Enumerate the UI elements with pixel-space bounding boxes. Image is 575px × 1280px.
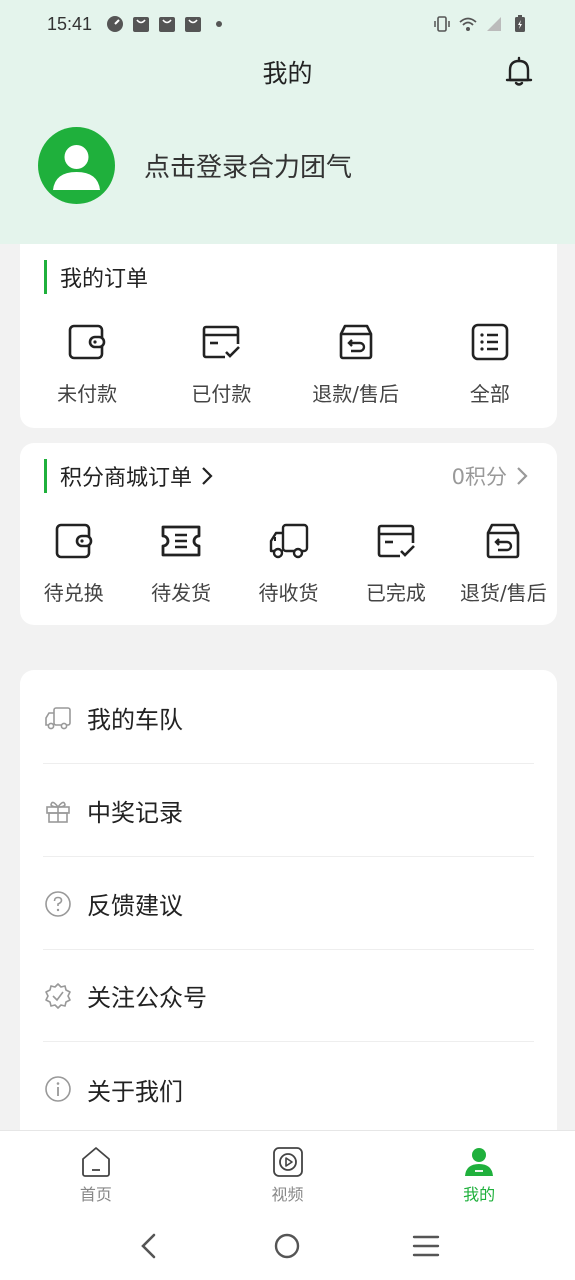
tab-label: 视频 — [271, 1185, 304, 1204]
menu-item-follow-account[interactable]: 关注公众号 — [43, 950, 534, 1042]
battery-icon — [515, 15, 525, 32]
chevron-right-icon — [202, 467, 213, 485]
menu-item-my-fleet[interactable]: 我的车队 — [43, 672, 534, 764]
chevron-right-icon — [517, 467, 528, 485]
points-return-label: 退货/售后 — [459, 581, 547, 605]
list-icon — [471, 323, 509, 361]
wallet-icon — [55, 523, 93, 559]
nav-recents-button[interactable] — [406, 1226, 446, 1266]
profile-login[interactable]: 点击登录合力团气 — [38, 126, 352, 204]
return-box-icon — [487, 523, 520, 559]
card-check-icon — [203, 325, 241, 359]
tab-label: 我的 — [463, 1185, 496, 1204]
system-nav-bar — [0, 1212, 575, 1280]
points-card: 积分商城订单 0积分 待兑换 待发货 待收货 已完成 退货/售后 — [20, 443, 557, 625]
menu-card: 我的车队 中奖记录 反馈建议 关注公众号 关于我们 — [20, 670, 557, 1150]
user-icon — [465, 1148, 494, 1176]
status-time: 15:41 — [47, 13, 93, 34]
vibrate-icon — [434, 16, 450, 32]
menu-item-feedback[interactable]: 反馈建议 — [43, 858, 534, 950]
points-header[interactable]: 积分商城订单 0积分 — [44, 459, 529, 493]
menu-label: 关于我们 — [87, 1077, 183, 1106]
menu-item-prize-records[interactable]: 中奖记录 — [43, 765, 534, 857]
login-text[interactable]: 点击登录合力团气 — [144, 147, 352, 184]
points-title: 积分商城订单 — [60, 466, 193, 491]
menu-lines-icon — [412, 1235, 440, 1257]
bag-icon — [159, 17, 176, 32]
title-row: 我的 — [0, 48, 575, 96]
order-all[interactable]: 全部 — [423, 320, 557, 407]
points-pending-redeem[interactable]: 待兑换 — [20, 519, 127, 606]
badge-check-icon — [45, 982, 71, 1009]
question-icon — [45, 890, 71, 917]
order-unpaid-label: 未付款 — [57, 382, 118, 406]
order-all-label: 全部 — [469, 382, 510, 406]
tab-video[interactable]: 视频 — [192, 1131, 384, 1212]
points-balance[interactable]: 0积分 — [452, 461, 529, 491]
order-unpaid[interactable]: 未付款 — [20, 320, 154, 407]
user-icon — [53, 144, 100, 190]
tab-home[interactable]: 首页 — [0, 1131, 192, 1212]
page-title: 我的 — [262, 59, 313, 88]
points-pending-ship[interactable]: 待发货 — [127, 519, 234, 606]
order-refund[interactable]: 退款/售后 — [289, 320, 423, 407]
dot-icon — [216, 21, 223, 27]
points-balance-text: 0积分 — [451, 465, 507, 489]
home-icon — [81, 1147, 110, 1177]
points-pending-redeem-label: 待兑换 — [43, 581, 104, 605]
avatar[interactable] — [38, 126, 115, 204]
gift-icon — [46, 801, 70, 823]
ticket-icon — [161, 525, 201, 557]
orders-header: 我的订单 — [44, 260, 529, 294]
truck-icon — [269, 523, 308, 559]
points-completed[interactable]: 已完成 — [342, 519, 449, 606]
tab-mine[interactable]: 我的 — [383, 1131, 575, 1212]
orders-icon-row: 未付款 已付款 退款/售后 全部 — [20, 320, 557, 407]
order-refund-label: 退款/售后 — [312, 382, 399, 406]
nav-back-button[interactable] — [129, 1226, 169, 1266]
info-icon — [45, 1076, 71, 1102]
points-return[interactable]: 退货/售后 — [450, 519, 557, 606]
orders-title: 我的订单 — [60, 267, 149, 292]
video-icon — [272, 1147, 303, 1177]
menu-item-about-us[interactable]: 关于我们 — [43, 1043, 534, 1135]
points-pending-receive-label: 待收货 — [258, 581, 319, 605]
menu-label: 我的车队 — [87, 706, 183, 734]
wallet-icon — [68, 324, 106, 360]
speed-icon — [107, 16, 124, 32]
signal-icon — [487, 17, 501, 31]
points-pending-receive[interactable]: 待收货 — [235, 519, 342, 606]
points-icon-row: 待兑换 待发货 待收货 已完成 退货/售后 — [20, 519, 557, 606]
back-icon — [141, 1233, 156, 1259]
orders-card: 我的订单 未付款 已付款 退款/售后 全部 — [20, 244, 557, 428]
bell-icon[interactable] — [501, 54, 537, 90]
card-check-icon — [377, 524, 415, 558]
menu-label: 关注公众号 — [87, 984, 207, 1012]
menu-label: 反馈建议 — [87, 892, 183, 920]
tab-label: 首页 — [79, 1185, 112, 1204]
bag-icon — [133, 17, 150, 32]
truck-icon — [45, 706, 71, 729]
circle-home-icon — [275, 1233, 300, 1259]
menu-label: 中奖记录 — [87, 799, 183, 827]
wifi-icon — [459, 17, 477, 31]
bottom-tab-bar: 首页 视频 我的 — [0, 1130, 575, 1212]
points-completed-label: 已完成 — [365, 581, 426, 605]
points-pending-ship-label: 待发货 — [151, 581, 212, 605]
nav-home-button[interactable] — [267, 1226, 307, 1266]
return-box-icon — [339, 324, 372, 360]
bag-icon — [185, 17, 202, 32]
status-bar: 15:41 — [0, 0, 575, 48]
order-paid[interactable]: 已付款 — [154, 320, 288, 407]
order-paid-label: 已付款 — [191, 382, 252, 406]
